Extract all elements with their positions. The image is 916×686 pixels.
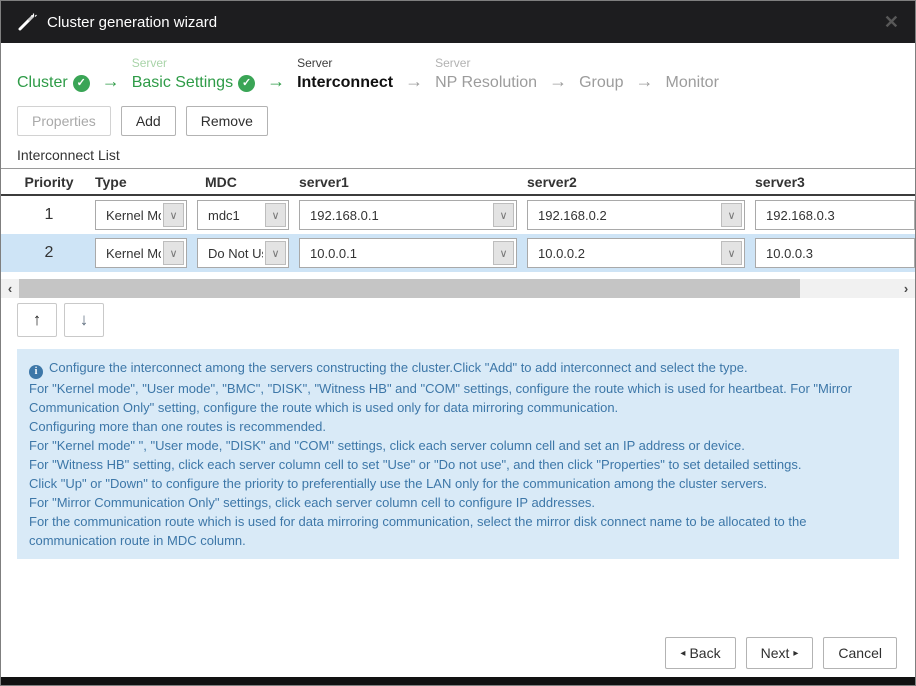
- step-arrow-icon: →: [636, 71, 654, 94]
- scroll-left-icon[interactable]: ‹: [1, 281, 19, 296]
- step-arrow-icon: →: [549, 71, 567, 94]
- info-line: Configure the interconnect among the ser…: [49, 360, 748, 375]
- cancel-button[interactable]: Cancel: [823, 637, 897, 669]
- info-line: Click "Up" or "Down" to configure the pr…: [29, 474, 887, 493]
- window-bottom-frame: [1, 677, 915, 685]
- info-line: For "Mirror Communication Only" settings…: [29, 493, 887, 512]
- toolbar: Properties Add Remove: [1, 94, 915, 136]
- cluster-generation-wizard-dialog: Cluster generation wizard ✕ Cluster ✓ → …: [0, 0, 916, 686]
- chevron-down-icon[interactable]: ∨: [163, 241, 184, 265]
- step-label: NP Resolution: [435, 72, 537, 94]
- close-icon[interactable]: ✕: [884, 13, 899, 31]
- column-server3: server3: [755, 174, 915, 190]
- wizard-steps: Cluster ✓ → Server Basic Settings ✓ → Se…: [1, 43, 915, 94]
- step-sublabel: [666, 55, 719, 72]
- table-header: Priority Type MDC server1 server2 server…: [1, 168, 915, 196]
- step-arrow-icon: →: [267, 71, 285, 94]
- back-triangle-icon: ◂: [680, 648, 685, 659]
- column-type: Type: [95, 174, 187, 190]
- down-arrow-icon: ↓: [80, 310, 89, 330]
- check-circle-icon: ✓: [73, 75, 90, 92]
- horizontal-scrollbar[interactable]: ‹ ›: [1, 279, 915, 298]
- step-label: Basic Settings: [132, 72, 233, 94]
- info-line: For "Witness HB" setting, click each ser…: [29, 455, 887, 474]
- priority-cell: 2: [17, 244, 81, 262]
- mdc-select[interactable]: Do Not Use ∨: [197, 238, 289, 268]
- chevron-down-icon[interactable]: ∨: [493, 203, 514, 227]
- server3-select[interactable]: 10.0.0.3: [755, 238, 915, 268]
- scrollbar-thumb[interactable]: [19, 279, 800, 298]
- move-up-button[interactable]: ↑: [17, 303, 57, 337]
- check-circle-icon: ✓: [238, 75, 255, 92]
- step-np-resolution: Server NP Resolution: [435, 55, 537, 94]
- step-label: Group: [579, 72, 623, 94]
- step-arrow-icon: →: [405, 71, 423, 94]
- info-icon: i: [29, 365, 43, 379]
- info-line: For "Kernel mode" ", "User mode, "DISK" …: [29, 436, 887, 455]
- step-monitor: Monitor: [666, 55, 719, 94]
- footer-buttons: ◂ Back Next ▸ Cancel: [665, 637, 897, 669]
- info-line: For the communication route which is use…: [29, 512, 887, 550]
- info-box: i Configure the interconnect among the se…: [17, 349, 899, 559]
- priority-controls: ↑ ↓: [1, 298, 915, 337]
- up-arrow-icon: ↑: [33, 310, 42, 330]
- server3-select[interactable]: 192.168.0.3: [755, 200, 915, 230]
- step-sublabel: Server: [132, 55, 255, 72]
- dialog-title: Cluster generation wizard: [47, 14, 217, 31]
- back-button[interactable]: ◂ Back: [665, 637, 735, 669]
- step-sublabel: [579, 55, 623, 72]
- scrollbar-track[interactable]: [19, 279, 897, 298]
- chevron-down-icon[interactable]: ∨: [163, 203, 184, 227]
- step-basic-settings: Server Basic Settings ✓: [132, 55, 255, 94]
- properties-button[interactable]: Properties: [17, 106, 111, 136]
- step-label: Monitor: [666, 72, 719, 94]
- column-mdc: MDC: [197, 174, 289, 190]
- info-line: Configuring more than one routes is reco…: [29, 417, 887, 436]
- chevron-down-icon[interactable]: ∨: [493, 241, 514, 265]
- interconnect-list-title: Interconnect List: [1, 136, 915, 168]
- remove-button[interactable]: Remove: [186, 106, 268, 136]
- step-sublabel: Server: [435, 55, 537, 72]
- server1-select[interactable]: 192.168.0.1 ∨: [299, 200, 517, 230]
- next-button[interactable]: Next ▸: [746, 637, 814, 669]
- mdc-select[interactable]: mdc1 ∨: [197, 200, 289, 230]
- column-server2: server2: [527, 174, 745, 190]
- chevron-down-icon[interactable]: ∨: [721, 203, 742, 227]
- chevron-down-icon[interactable]: ∨: [265, 241, 286, 265]
- table-row[interactable]: 1 Kernel Mode ∨ mdc1 ∨ 192.168.0.1 ∨ 192…: [1, 196, 915, 234]
- priority-cell: 1: [17, 206, 81, 224]
- server2-select[interactable]: 192.168.0.2 ∨: [527, 200, 745, 230]
- server1-select[interactable]: 10.0.0.1 ∨: [299, 238, 517, 268]
- step-sublabel: Server: [297, 55, 393, 72]
- step-sublabel: [17, 55, 90, 72]
- title-bar: Cluster generation wizard ✕: [1, 1, 915, 43]
- next-triangle-icon: ▸: [793, 648, 798, 659]
- chevron-down-icon[interactable]: ∨: [265, 203, 286, 227]
- step-group: Group: [579, 55, 623, 94]
- step-label: Interconnect: [297, 72, 393, 94]
- info-line: For "Kernel mode", "User mode", "BMC", "…: [29, 379, 887, 417]
- step-label: Cluster: [17, 72, 68, 94]
- scroll-right-icon[interactable]: ›: [897, 281, 915, 296]
- step-cluster: Cluster ✓: [17, 55, 90, 94]
- type-select[interactable]: Kernel Mode ∨: [95, 238, 187, 268]
- table-row[interactable]: 2 Kernel Mode ∨ Do Not Use ∨ 10.0.0.1 ∨ …: [1, 234, 915, 272]
- step-arrow-icon: →: [102, 71, 120, 94]
- server2-select[interactable]: 10.0.0.2 ∨: [527, 238, 745, 268]
- move-down-button[interactable]: ↓: [64, 303, 104, 337]
- column-server1: server1: [299, 174, 517, 190]
- chevron-down-icon[interactable]: ∨: [721, 241, 742, 265]
- step-interconnect: Server Interconnect: [297, 55, 393, 94]
- magic-wand-icon: [17, 12, 37, 32]
- add-button[interactable]: Add: [121, 106, 176, 136]
- type-select[interactable]: Kernel Mode ∨: [95, 200, 187, 230]
- column-priority: Priority: [17, 174, 81, 190]
